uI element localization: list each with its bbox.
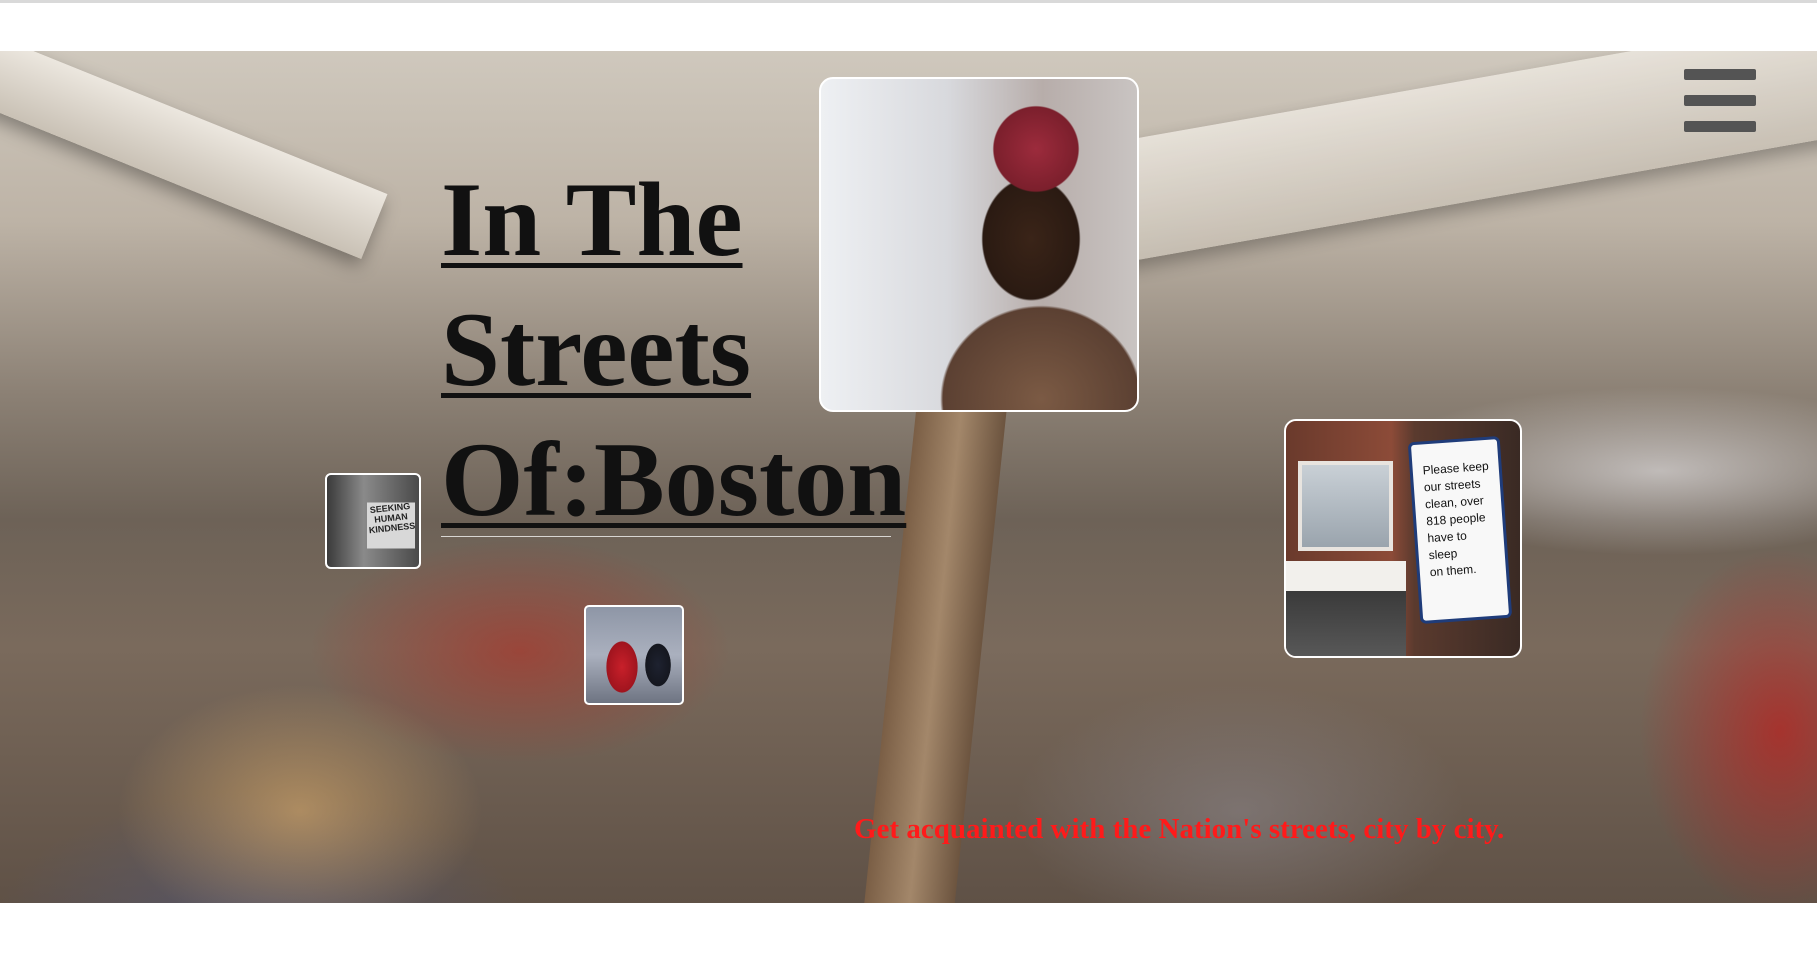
kindness-sign-photo[interactable]: SEEKING HUMAN KINDNESS <box>325 473 421 569</box>
building-window <box>1298 461 1393 551</box>
tagline: Get acquainted with the Nation's streets… <box>854 813 1505 845</box>
portrait-photo[interactable] <box>819 77 1139 412</box>
title-line-2: Streets <box>441 291 752 408</box>
concrete-beam <box>0 51 388 259</box>
top-border <box>0 0 1817 3</box>
placard-line: on them. <box>1429 561 1477 580</box>
menu-bar <box>1684 95 1756 106</box>
sign-text: SEEKING HUMAN KINDNESS <box>368 500 416 536</box>
hamburger-menu-icon[interactable] <box>1684 69 1756 133</box>
street-people-photo[interactable] <box>584 605 684 705</box>
placard-line: have to sleep <box>1427 528 1468 563</box>
title-divider <box>441 536 891 537</box>
street-placard: Please keep our streets clean, over 818 … <box>1407 436 1513 624</box>
menu-bar <box>1684 121 1756 132</box>
title-line-1: In The <box>441 161 743 278</box>
menu-bar <box>1684 69 1756 80</box>
street-sign-photo[interactable]: Please keep our streets clean, over 818 … <box>1284 419 1522 658</box>
title-line-3: Of:Boston <box>441 421 907 538</box>
storefront <box>1286 561 1406 656</box>
